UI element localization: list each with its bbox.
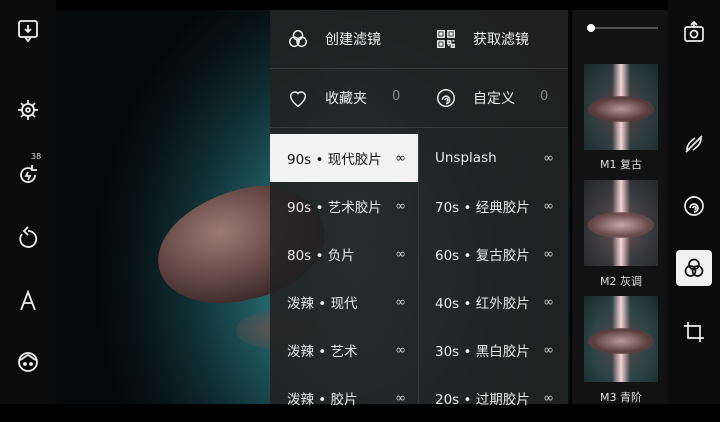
filter-item-count: ∞ <box>543 198 554 214</box>
filter-item-label: 20s • 过期胶片 <box>435 392 530 408</box>
preset-label-m2: M2 灰调 <box>600 275 642 288</box>
face-icon[interactable] <box>13 347 43 377</box>
preset-thumb-m3[interactable] <box>584 296 658 382</box>
filter-item[interactable]: 90s • 现代胶片 ∞ <box>270 134 418 182</box>
filter-item[interactable]: 80s • 负片 ∞ <box>270 230 418 278</box>
filter-item-label: 泼辣 • 胶片 <box>287 392 358 408</box>
filter-item-count: ∞ <box>543 246 554 262</box>
favorites-count: 0 <box>392 89 401 104</box>
filter-item[interactable]: 70s • 经典胶片 ∞ <box>418 182 566 230</box>
preset-thumb-m2[interactable] <box>584 180 658 266</box>
create-filter-label: 创建滤镜 <box>325 32 381 48</box>
filter-item-count: ∞ <box>543 150 554 166</box>
create-filter-button[interactable]: 创建滤镜 <box>287 10 381 68</box>
filter-panel: 创建滤镜 获取滤镜 收藏夹 0 自定义 0 90s • 现代胶片 ∞ Unsplas… <box>270 10 568 408</box>
rotate-icon[interactable] <box>13 160 43 190</box>
custom-button[interactable]: 自定义 <box>435 69 515 127</box>
filter-row: 90s • 艺术胶片 ∞ 70s • 经典胶片 ∞ <box>270 182 568 230</box>
favorites-label: 收藏夹 <box>325 91 367 107</box>
filter-item[interactable]: 泼辣 • 艺术 ∞ <box>270 326 418 374</box>
swirl-filter-icon[interactable] <box>676 188 712 224</box>
wheel-icon[interactable] <box>13 95 43 125</box>
filter-row: 泼辣 • 艺术 ∞ 30s • 黑白胶片 ∞ <box>270 326 568 374</box>
thumb-disc <box>588 212 654 238</box>
left-toolbar: 38 <box>0 0 56 404</box>
filter-item-count: ∞ <box>395 150 406 166</box>
right-toolbar <box>668 0 720 404</box>
preset-strip: M1 复古 M2 灰调 M3 青阶 <box>572 10 668 404</box>
intensity-slider[interactable] <box>588 27 658 29</box>
favorites-button[interactable]: 收藏夹 <box>287 69 367 127</box>
filter-item-label: 泼辣 • 现代 <box>287 296 358 312</box>
custom-label: 自定义 <box>473 91 515 107</box>
filter-item-label: 泼辣 • 艺术 <box>287 344 358 360</box>
qr-code-icon <box>435 28 457 50</box>
import-photo-icon[interactable] <box>13 16 43 46</box>
crop-icon[interactable] <box>676 314 712 350</box>
filter-item[interactable]: 40s • 红外胶片 ∞ <box>418 278 566 326</box>
filter-item-count: ∞ <box>543 390 554 406</box>
filter-item-label: 70s • 经典胶片 <box>435 200 530 216</box>
filter-item[interactable]: 30s • 黑白胶片 ∞ <box>418 326 566 374</box>
filter-item-count: ∞ <box>543 294 554 310</box>
filter-item-count: ∞ <box>395 342 406 358</box>
panel-header-row-1: 创建滤镜 获取滤镜 <box>270 10 568 69</box>
thumb-disc <box>588 328 654 354</box>
filter-item-label: 40s • 红外胶片 <box>435 296 530 312</box>
panel-header-row-2: 收藏夹 0 自定义 0 <box>270 69 568 128</box>
filter-row: 泼辣 • 现代 ∞ 40s • 红外胶片 ∞ <box>270 278 568 326</box>
heart-icon <box>287 87 309 109</box>
get-filter-label: 获取滤镜 <box>473 32 529 48</box>
custom-swirl-icon <box>435 87 457 109</box>
custom-count: 0 <box>540 89 549 104</box>
filter-item-count: ∞ <box>395 294 406 310</box>
filter-item-count: ∞ <box>395 390 406 406</box>
filter-item[interactable]: 20s • 过期胶片 ∞ <box>418 374 566 422</box>
preset-label-m1: M1 复古 <box>600 158 642 171</box>
create-filter-icon <box>287 28 309 50</box>
filter-item-label: 90s • 艺术胶片 <box>287 200 382 216</box>
filter-item-label: Unsplash <box>435 150 497 166</box>
filter-item-label: 60s • 复古胶片 <box>435 248 530 264</box>
undo-icon[interactable] <box>13 223 43 253</box>
filter-row: 90s • 现代胶片 ∞ Unsplash ∞ <box>270 134 568 182</box>
export-camera-icon[interactable] <box>676 14 712 50</box>
preset-thumb-m1[interactable] <box>584 64 658 150</box>
text-icon[interactable] <box>13 286 43 316</box>
adjust-icon[interactable] <box>676 126 712 162</box>
preset-label-m3: M3 青阶 <box>600 391 642 404</box>
filter-item[interactable]: 90s • 艺术胶片 ∞ <box>270 182 418 230</box>
intensity-slider-knob[interactable] <box>587 24 595 32</box>
filter-item-count: ∞ <box>395 198 406 214</box>
filter-item[interactable]: 60s • 复古胶片 ∞ <box>418 230 566 278</box>
filter-row: 80s • 负片 ∞ 60s • 复古胶片 ∞ <box>270 230 568 278</box>
filter-item-count: ∞ <box>543 342 554 358</box>
rotate-badge: 38 <box>31 152 42 161</box>
filter-item[interactable]: Unsplash ∞ <box>418 134 566 182</box>
filter-item-count: ∞ <box>395 246 406 262</box>
filter-row: 泼辣 • 胶片 ∞ 20s • 过期胶片 ∞ <box>270 374 568 422</box>
filter-item-label: 30s • 黑白胶片 <box>435 344 530 360</box>
thumb-disc <box>588 96 654 122</box>
filters-tab-icon[interactable] <box>676 250 712 286</box>
filter-item[interactable]: 泼辣 • 现代 ∞ <box>270 278 418 326</box>
filter-item[interactable]: 泼辣 • 胶片 ∞ <box>270 374 418 422</box>
get-filter-button[interactable]: 获取滤镜 <box>435 10 529 68</box>
filter-item-label: 90s • 现代胶片 <box>287 152 382 168</box>
filter-item-label: 80s • 负片 <box>287 248 355 264</box>
